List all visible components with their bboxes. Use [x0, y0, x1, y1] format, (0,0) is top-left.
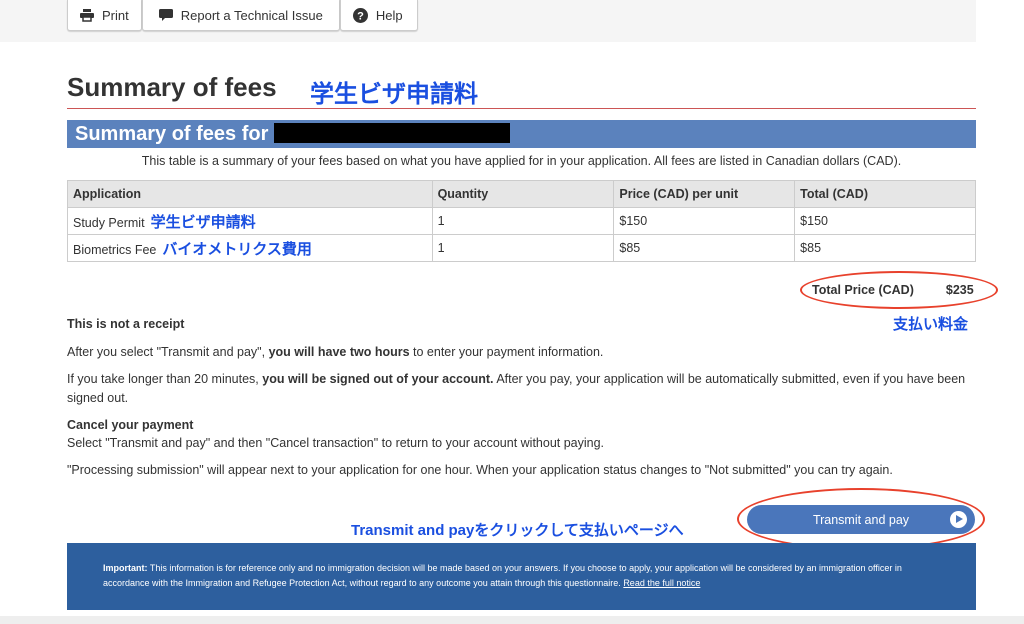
- report-issue-label: Report a Technical Issue: [180, 7, 323, 23]
- row-annotation: 学生ビザ申請料: [150, 213, 256, 231]
- footer-text: This information is for reference only a…: [103, 563, 902, 588]
- important-label: Important:: [103, 563, 148, 573]
- total-highlight-ellipse: [800, 271, 998, 309]
- total-cell: $150: [794, 207, 976, 235]
- application-name: Study Permit: [73, 215, 145, 230]
- intro-text: This table is a summary of your fees bas…: [141, 154, 902, 168]
- important-notice-footer: Important: This information is for refer…: [67, 543, 976, 610]
- column-header: Application: [67, 180, 433, 208]
- comment-icon: [158, 9, 173, 21]
- bottom-strip: [0, 616, 1024, 624]
- status-paragraph: "Processing submission" will appear next…: [67, 463, 893, 477]
- application-name: Biometrics Fee: [73, 242, 157, 257]
- fees-table: Application Quantity Price (CAD) per uni…: [67, 180, 976, 262]
- button-highlight-ellipse: [737, 488, 985, 550]
- text: If you take longer than 20 minutes,: [67, 372, 263, 386]
- text-bold: you will have two hours: [268, 345, 410, 359]
- report-issue-button[interactable]: Report a Technical Issue: [141, 0, 340, 31]
- table-header-row: Application Quantity Price (CAD) per uni…: [67, 180, 976, 208]
- row-annotation: バイオメトリクス費用: [162, 240, 312, 258]
- page-title: Summary of fees: [67, 72, 277, 102]
- column-header: Price (CAD) per unit: [613, 180, 796, 208]
- notice-heading: This is not a receipt: [67, 317, 185, 331]
- text: to enter your payment information.: [409, 345, 604, 359]
- section-heading-text: Summary of fees for: [75, 123, 269, 145]
- question-icon: ?: [352, 7, 368, 23]
- text: After you select "Transmit and pay",: [67, 345, 269, 359]
- cancel-paragraph: Select "Transmit and pay" and then "Canc…: [67, 436, 605, 450]
- application-cell: Study Permit 学生ビザ申請料: [67, 207, 433, 235]
- table-row: Biometrics Fee バイオメトリクス費用 1 $85 $85: [67, 234, 976, 262]
- column-header: Total (CAD): [794, 180, 976, 208]
- notice-paragraph: After you select "Transmit and pay", you…: [67, 343, 972, 362]
- button-annotation: Transmit and payをクリックして支払いページへ: [351, 522, 684, 539]
- help-button[interactable]: ? Help: [339, 0, 418, 31]
- application-cell: Biometrics Fee バイオメトリクス費用: [67, 234, 433, 262]
- table-row: Study Permit 学生ビザ申請料 1 $150 $150: [67, 207, 976, 235]
- read-full-notice-link[interactable]: Read the full notice: [623, 578, 700, 588]
- price-cell: $85: [613, 234, 796, 262]
- section-heading: Summary of fees for: [67, 120, 976, 148]
- text-bold: you will be signed out of your account.: [262, 372, 494, 386]
- title-annotation: 学生ビザ申請料: [310, 81, 478, 108]
- printer-icon: [80, 8, 94, 22]
- toolbar: Print Report a Technical Issue ? Help: [67, 0, 418, 31]
- quantity-cell: 1: [431, 234, 615, 262]
- svg-text:?: ?: [357, 10, 364, 22]
- notice-paragraph: If you take longer than 20 minutes, you …: [67, 370, 972, 408]
- total-cell: $85: [794, 234, 976, 262]
- cancel-heading: Cancel your payment: [67, 418, 194, 432]
- print-label: Print: [102, 7, 129, 23]
- quantity-cell: 1: [431, 207, 615, 235]
- print-button[interactable]: Print: [67, 0, 142, 31]
- redacted-name: [274, 122, 511, 143]
- divider: [67, 108, 976, 109]
- help-label: Help: [375, 7, 403, 23]
- price-cell: $150: [613, 207, 796, 235]
- column-header: Quantity: [431, 180, 615, 208]
